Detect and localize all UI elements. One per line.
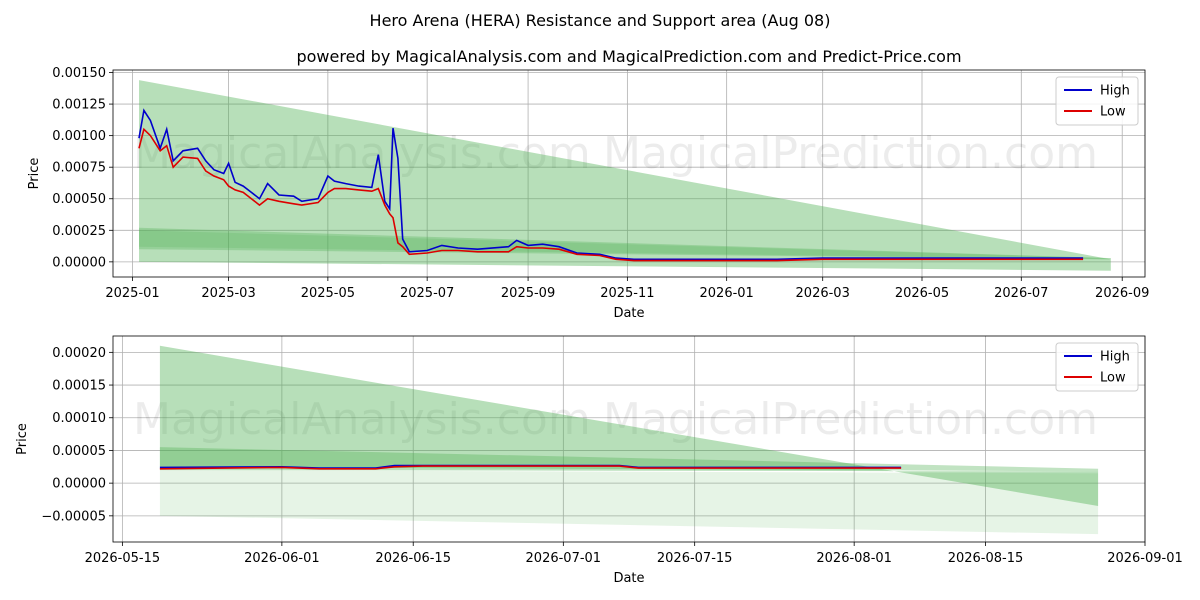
x-tick-label: 2026-06-15 <box>375 551 451 566</box>
x-tick-label: 2026-01 <box>700 286 754 301</box>
x-tick-label: 2026-07 <box>994 286 1048 301</box>
y-tick-label: 0.00125 <box>52 98 106 113</box>
plot-2: MagicalAnalysis.com MagicalPrediction.com… <box>15 335 1183 586</box>
y-tick-label: 0.00025 <box>52 224 106 239</box>
x-axis-label: Date <box>613 571 644 586</box>
y-tick-label: 0.00005 <box>52 444 106 459</box>
support-resistance-band <box>159 470 1099 535</box>
legend-label-low: Low <box>1100 105 1126 120</box>
x-tick-label: 2025-05 <box>301 286 355 301</box>
watermark: MagicalPrediction.com <box>603 128 1098 179</box>
y-tick-label: 0.00000 <box>52 477 106 492</box>
chart-title: Hero Arena (HERA) Resistance and Support… <box>370 11 831 30</box>
y-tick-label: 0.00100 <box>52 129 106 144</box>
plot-1: MagicalAnalysis.com MagicalPrediction.com… <box>27 66 1149 321</box>
y-tick-label: −0.00005 <box>41 509 106 524</box>
x-tick-label: 2025-01 <box>105 286 159 301</box>
legend: High Low <box>1055 342 1139 392</box>
x-axis-label: Date <box>613 306 644 321</box>
x-tick-label: 2026-07-15 <box>657 551 733 566</box>
x-tick-label: 2026-08-15 <box>948 551 1024 566</box>
x-tick-label: 2025-03 <box>201 286 255 301</box>
legend-label-high: High <box>1100 350 1130 365</box>
x-tick-label: 2026-06-01 <box>244 551 320 566</box>
y-tick-label: 0.00020 <box>52 346 106 361</box>
y-axis-label: Price <box>27 158 42 190</box>
y-tick-label: 0.00050 <box>52 192 106 207</box>
x-tick-label: 2026-09 <box>1095 286 1149 301</box>
y-tick-label: 0.00000 <box>52 255 106 270</box>
x-tick-label: 2025-09 <box>501 286 555 301</box>
y-tick-label: 0.00015 <box>52 379 106 394</box>
x-tick-label: 2026-08-01 <box>816 551 892 566</box>
x-tick-label: 2026-05-15 <box>85 551 161 566</box>
x-tick-label: 2025-11 <box>600 286 654 301</box>
x-tick-label: 2026-03 <box>796 286 850 301</box>
legend: High Low <box>1055 76 1139 126</box>
x-tick-label: 2025-07 <box>400 286 454 301</box>
chart-canvas: Hero Arena (HERA) Resistance and Support… <box>15 11 1183 586</box>
x-tick-label: 2026-07-01 <box>526 551 602 566</box>
x-tick-label: 2026-05 <box>895 286 949 301</box>
y-tick-label: 0.00075 <box>52 161 106 176</box>
y-tick-label: 0.00010 <box>52 411 106 426</box>
y-axis-label: Price <box>15 423 30 455</box>
legend-label-low: Low <box>1100 371 1126 386</box>
chart-page: Hero Arena (HERA) Resistance and Support… <box>0 0 1200 600</box>
y-tick-label: 0.00150 <box>52 66 106 81</box>
x-tick-label: 2026-09-01 <box>1107 551 1183 566</box>
chart-subtitle: powered by MagicalAnalysis.com and Magic… <box>296 47 961 66</box>
legend-label-high: High <box>1100 84 1130 99</box>
